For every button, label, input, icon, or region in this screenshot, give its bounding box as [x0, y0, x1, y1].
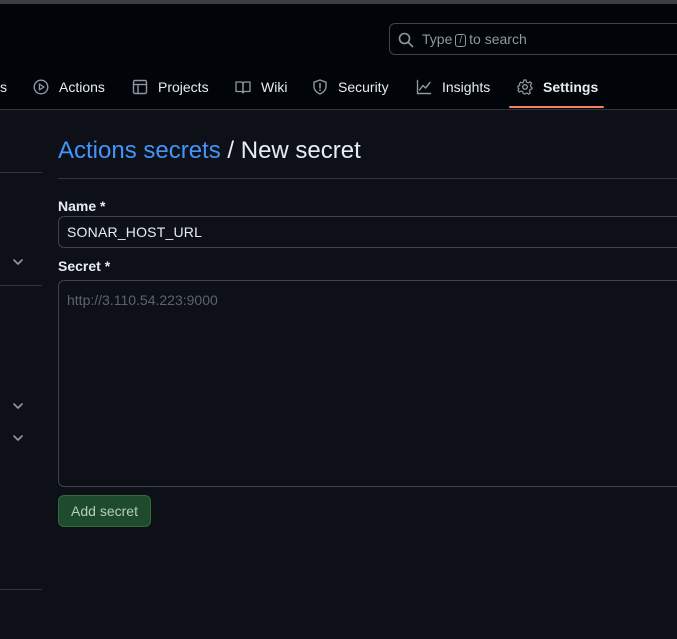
name-label: Name * — [58, 198, 106, 214]
tab-label: Wiki — [261, 79, 288, 95]
sidebar-divider — [0, 285, 42, 286]
gear-icon — [517, 79, 533, 95]
chevron-down-icon[interactable] — [11, 431, 25, 445]
search-placeholder: Type / to search — [422, 31, 527, 47]
sidebar-divider — [0, 172, 42, 173]
tab-label: Security — [338, 79, 389, 95]
tab-label: s — [0, 79, 7, 95]
breadcrumb: Actions secrets / New secret — [58, 137, 361, 165]
chevron-down-icon[interactable] — [11, 255, 25, 269]
active-tab-indicator — [509, 106, 604, 108]
shield-icon — [313, 79, 327, 95]
play-icon — [33, 79, 49, 95]
chevron-down-icon[interactable] — [11, 399, 25, 413]
page-title: New secret — [240, 137, 361, 164]
book-icon — [235, 81, 251, 94]
sidebar-divider — [0, 589, 42, 590]
add-secret-button[interactable]: Add secret — [58, 495, 151, 527]
repo-header: Type/to search s Actions Projects Wiki — [0, 4, 677, 110]
breadcrumb-separator: / — [227, 137, 235, 164]
secret-textarea[interactable]: http://3.110.54.223:9000 — [58, 280, 677, 487]
tab-label: Insights — [442, 79, 491, 95]
tab-wiki[interactable]: Wiki — [235, 65, 287, 109]
tab-code-partial[interactable]: s — [0, 65, 7, 109]
tab-label: Settings — [543, 79, 599, 95]
search-icon — [398, 32, 414, 48]
tab-insights[interactable]: Insights — [416, 65, 490, 109]
tab-security[interactable]: Security — [312, 65, 389, 109]
tab-settings[interactable]: Settings — [517, 65, 598, 109]
secret-label: Secret * — [58, 258, 111, 274]
tab-projects[interactable]: Projects — [132, 65, 209, 109]
graph-icon — [416, 79, 432, 95]
title-divider — [58, 178, 677, 179]
name-input[interactable]: SONAR_HOST_URL — [58, 216, 677, 248]
breadcrumb-parent-link[interactable]: Actions secrets — [58, 137, 221, 164]
secret-placeholder: http://3.110.54.223:9000 — [67, 292, 218, 308]
search-box[interactable]: Type / to search — [389, 23, 677, 55]
tab-label: Actions — [59, 79, 105, 95]
table-icon — [132, 79, 148, 95]
tab-actions[interactable]: Actions — [33, 65, 105, 109]
search-shortcut-key: / — [455, 34, 467, 47]
tab-label: Projects — [158, 79, 209, 95]
